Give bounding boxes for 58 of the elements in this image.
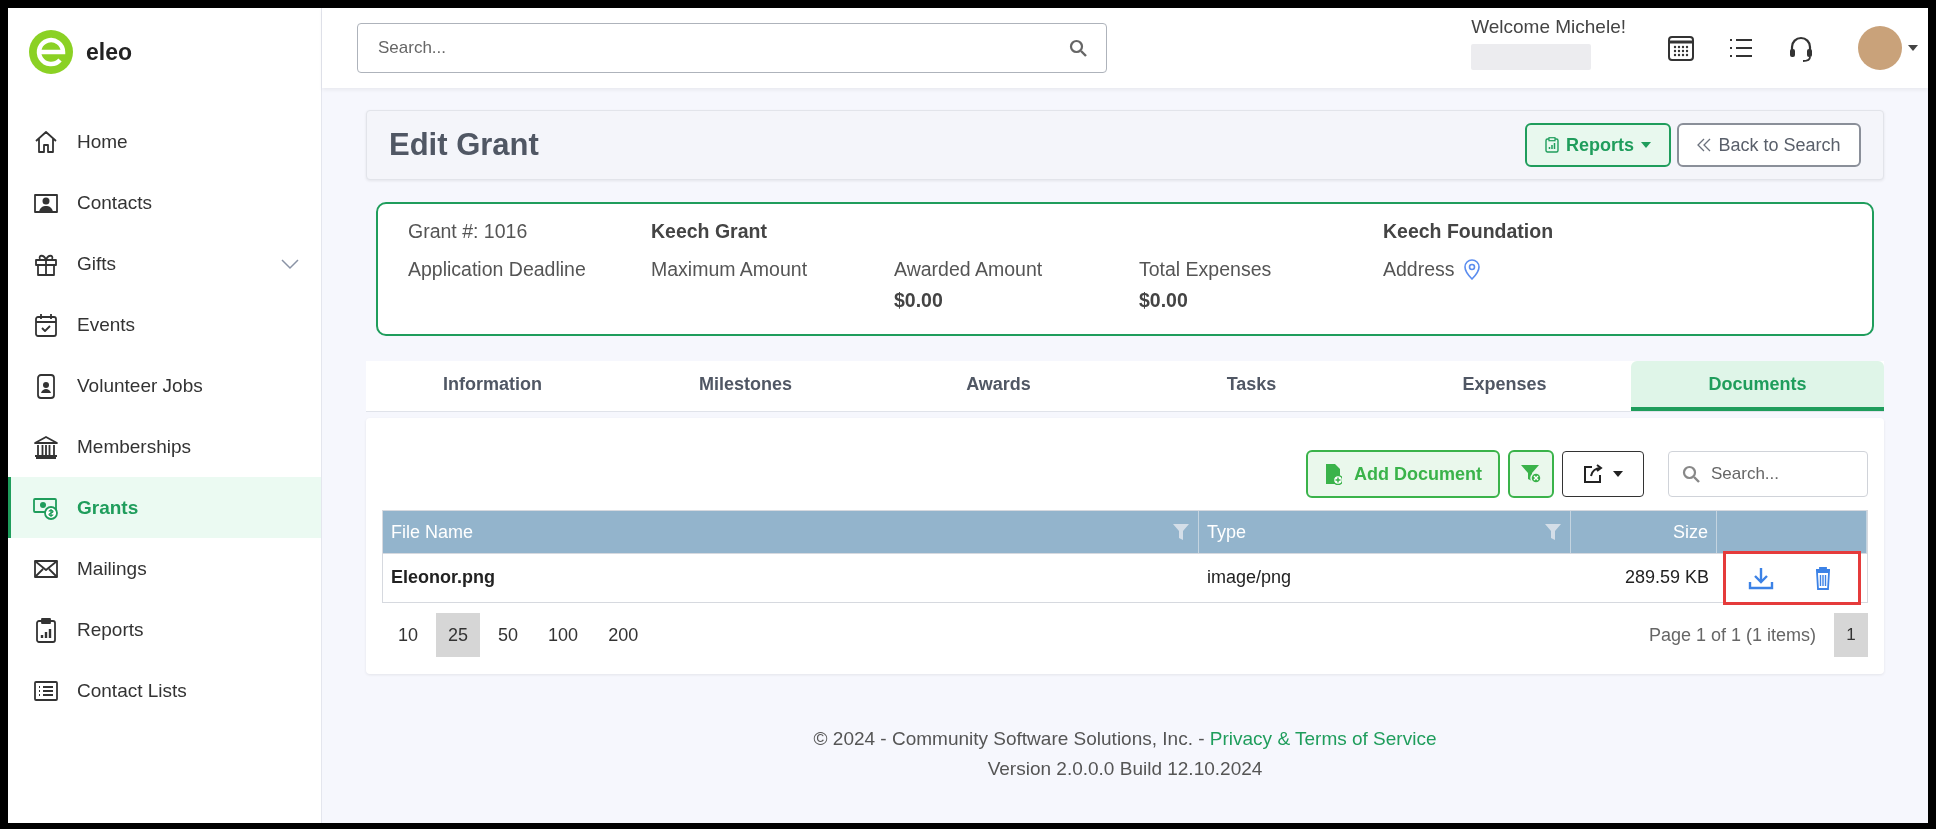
caret-icon bbox=[1613, 471, 1623, 477]
table-cell: Eleonor.png bbox=[383, 553, 1199, 601]
funder-name: Keech Foundation bbox=[1383, 220, 1555, 244]
sidebar-item[interactable]: Gifts bbox=[8, 233, 321, 294]
field-label: Maximum Amount bbox=[651, 257, 809, 281]
back-button[interactable]: Back to Search bbox=[1677, 123, 1861, 167]
brand-name: eleo bbox=[86, 38, 133, 66]
version-text: Version 2.0.0.0 Build 12.10.2024 bbox=[987, 758, 1263, 780]
sidebar-item[interactable]: Contacts bbox=[8, 172, 321, 233]
grant-number: Grant #: 1016 bbox=[408, 220, 529, 244]
location-pin-icon[interactable] bbox=[1462, 258, 1481, 280]
search-field[interactable]: Search... bbox=[1668, 451, 1868, 497]
bank-icon bbox=[33, 433, 59, 460]
chevron-down-icon[interactable] bbox=[281, 257, 299, 270]
logo-icon bbox=[28, 29, 74, 75]
page-size-option[interactable]: 100 bbox=[536, 613, 591, 657]
field-label: Application Deadline bbox=[408, 257, 587, 281]
sidebar-item[interactable]: Events bbox=[8, 294, 321, 355]
table-cell: 289.59 KB bbox=[1571, 553, 1717, 601]
field-value: $0.00 bbox=[1139, 288, 1189, 312]
sidebar-item[interactable]: Contact Lists bbox=[8, 660, 321, 721]
clear-filter-button[interactable] bbox=[1508, 450, 1554, 498]
page-size-option[interactable]: 200 bbox=[596, 613, 651, 657]
field-label: Awarded Amount bbox=[894, 257, 1044, 281]
grant-name: Keech Grant bbox=[651, 220, 768, 244]
file-plus-icon bbox=[1324, 463, 1342, 485]
calendar-check-icon bbox=[33, 311, 59, 338]
table-cell: image/png bbox=[1199, 553, 1571, 601]
home-icon bbox=[33, 128, 59, 155]
avatar[interactable] bbox=[1858, 26, 1902, 70]
sidebar-item[interactable]: Reports bbox=[8, 599, 321, 660]
welcome-text: Welcome Michele! bbox=[1471, 16, 1626, 38]
calendar-icon[interactable] bbox=[1666, 33, 1696, 63]
download-icon[interactable] bbox=[1748, 566, 1774, 590]
page-title: Edit Grant bbox=[389, 127, 540, 163]
field-label: Total Expenses bbox=[1139, 257, 1273, 281]
export-button[interactable] bbox=[1562, 451, 1644, 497]
search-icon[interactable] bbox=[1069, 39, 1087, 57]
page-size-option[interactable]: 50 bbox=[486, 613, 531, 657]
export-icon bbox=[1583, 464, 1603, 484]
filter-x-icon bbox=[1520, 464, 1542, 484]
page-size-option[interactable]: 10 bbox=[386, 613, 431, 657]
sidebar-item[interactable]: Mailings bbox=[8, 538, 321, 599]
sidebar-item[interactable]: Home bbox=[8, 111, 321, 172]
field-value: $0.00 bbox=[894, 288, 944, 312]
double-chevron-left-icon bbox=[1697, 137, 1712, 153]
caret-icon bbox=[1641, 142, 1651, 148]
page-size-option[interactable]: 25 bbox=[436, 613, 481, 657]
sidebar-item[interactable]: Memberships bbox=[8, 416, 321, 477]
page-button[interactable]: 1 bbox=[1834, 613, 1868, 657]
sidebar-item[interactable]: Volunteer Jobs bbox=[8, 355, 321, 416]
caret-icon[interactable] bbox=[1908, 45, 1918, 51]
clipboard-chart-icon bbox=[33, 616, 59, 643]
search-field[interactable]: Search... bbox=[357, 23, 1107, 73]
page-info: Page 1 of 1 (1 items) bbox=[1648, 624, 1816, 646]
field-label: Address bbox=[1383, 257, 1455, 281]
clipboard-chart-icon bbox=[1545, 137, 1559, 153]
copyright-text: © 2024 - Community Software Solutions, Inc. - Privacy & Terms of Service bbox=[813, 728, 1437, 750]
